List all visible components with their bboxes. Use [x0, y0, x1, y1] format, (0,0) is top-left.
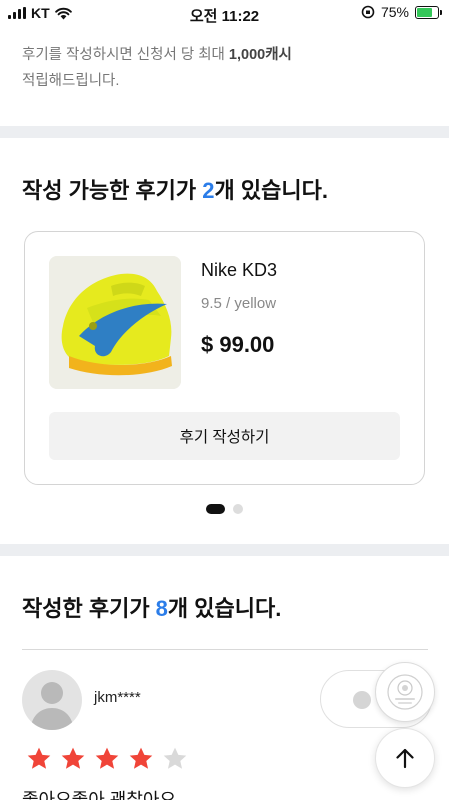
help-chat-button[interactable] [375, 662, 435, 722]
product-option: 9.5 / yellow [201, 295, 277, 312]
default-user-icon [30, 682, 74, 730]
wifi-icon [54, 7, 72, 19]
carrier-label: KT [31, 5, 50, 21]
status-right: 75% [361, 4, 442, 20]
section-divider [0, 126, 449, 138]
product-name[interactable]: Nike KD3 [201, 260, 277, 281]
pagination-dot[interactable] [233, 504, 243, 514]
smile-icon [353, 691, 371, 709]
section-divider [0, 544, 449, 556]
review-text: 좋아요좋아 괜찮아요 [22, 790, 177, 800]
star-filled-icon [129, 747, 153, 769]
battery-percent: 75% [380, 4, 409, 20]
carousel-pagination[interactable] [0, 504, 449, 514]
avatar [22, 670, 82, 730]
star-filled-icon [61, 747, 85, 769]
product-price: $ 99.00 [201, 332, 275, 357]
battery-icon [415, 5, 442, 19]
title-underline [22, 649, 428, 650]
battery-fill [417, 7, 432, 17]
arrow-up-icon [396, 748, 414, 769]
write-review-button[interactable]: 후기 작성하기 [49, 412, 400, 460]
written-count: 8 [155, 596, 168, 621]
orientation-lock-icon [361, 5, 375, 19]
star-filled-icon [95, 747, 119, 769]
chat-bot-icon [387, 674, 423, 710]
status-left: KT [8, 5, 72, 21]
available-reviews-title: 작성 가능한 후기가 2개 있습니다. [22, 173, 328, 205]
notice-text-after: 적립해드립니다. [22, 73, 120, 89]
written-reviews-title: 작성한 후기가 8개 있습니다. [22, 591, 281, 623]
written-title-after: 개 있습니다. [167, 596, 282, 621]
review-username: jkm**** [94, 689, 141, 706]
available-title-before: 작성 가능한 후기가 [22, 178, 203, 203]
written-title-before: 작성한 후기가 [22, 596, 156, 621]
pagination-dot[interactable] [206, 504, 225, 514]
signal-icon [8, 7, 26, 19]
star-filled-icon [27, 747, 51, 769]
available-title-after: 개 있습니다. [214, 178, 328, 203]
notice-highlight: 1,000캐시 [228, 47, 292, 63]
available-count: 2 [202, 178, 215, 203]
status-bar: KT 오전 11:22 75% [0, 0, 449, 26]
review-rating [26, 746, 188, 772]
notice-text-before: 후기를 작성하시면 신청서 당 최대 [22, 47, 229, 63]
scroll-to-top-button[interactable] [375, 728, 435, 788]
product-review-card[interactable]: Nike KD3 9.5 / yellow $ 99.00 후기 작성하기 [24, 231, 425, 485]
product-image[interactable] [49, 256, 181, 389]
yellow-sneaker-image [49, 256, 181, 389]
star-empty-icon [163, 747, 187, 769]
reward-notice: 후기를 작성하시면 신청서 당 최대 1,000캐시 적립해드립니다. [22, 42, 422, 94]
